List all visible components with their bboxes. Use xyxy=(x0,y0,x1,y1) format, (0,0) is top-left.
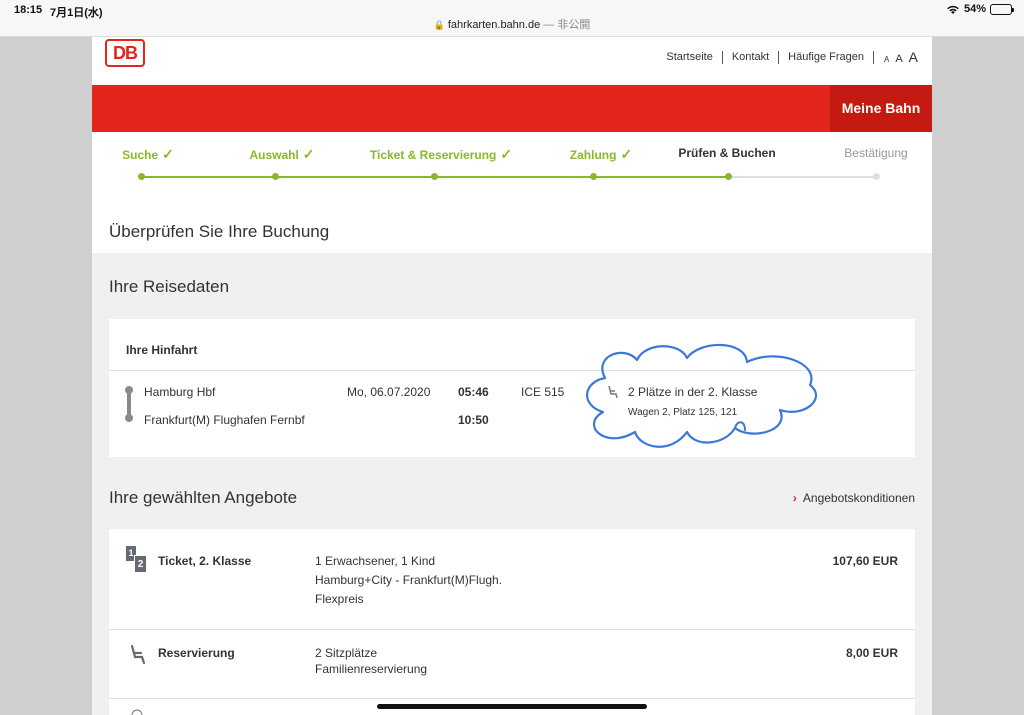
step-pruefen-buchen: Prüfen & Buchen xyxy=(678,146,775,160)
reservierung-label: Reservierung xyxy=(158,646,235,660)
battery-icon xyxy=(990,3,1014,15)
step-zahlung[interactable]: Zahlung ✓ xyxy=(570,146,632,163)
link-faq[interactable]: Häufige Fragen xyxy=(779,50,874,64)
step-label: Auswahl xyxy=(249,147,299,162)
arrival-time: 10:50 xyxy=(458,413,489,427)
lock-icon: 🔒 xyxy=(433,20,445,30)
angebote-card: 1 2 Ticket, 2. Klasse 1 Erwachsener, 1 K… xyxy=(109,529,915,715)
step-label: Prüfen & Buchen xyxy=(678,146,776,160)
header-bar: Meine Bahn xyxy=(92,85,932,132)
ticket-class-icon: 1 2 xyxy=(126,546,148,574)
seat-summary: 2 Plätze in der 2. Klasse xyxy=(628,385,758,399)
ticket-passengers: 1 Erwachsener, 1 Kind xyxy=(315,554,436,568)
reservierung-row: Reservierung 2 Sitzplätze Familienreserv… xyxy=(109,630,915,699)
font-size-large-button[interactable]: A xyxy=(909,49,918,65)
reisedaten-title: Ihre Reisedaten xyxy=(109,277,230,296)
step-dot xyxy=(431,173,438,180)
wifi-icon xyxy=(947,5,959,14)
seat-icon xyxy=(130,644,146,664)
departure-time: 05:46 xyxy=(458,385,489,399)
font-size-switcher: A A A xyxy=(874,49,918,65)
step-dot xyxy=(138,173,145,180)
web-page: DB Startseite Kontakt Häufige Fragen A A… xyxy=(92,37,932,715)
angebotskonditionen-link[interactable]: › Angebotskonditionen xyxy=(793,491,915,505)
home-indicator[interactable] xyxy=(377,704,647,709)
progress-track-pending xyxy=(728,176,876,178)
step-dot-current xyxy=(725,173,732,180)
top-navigation: DB Startseite Kontakt Häufige Fragen A A… xyxy=(92,37,932,85)
meine-bahn-button[interactable]: Meine Bahn xyxy=(830,85,932,132)
check-icon: ✓ xyxy=(162,146,174,162)
station-from: Hamburg Hbf xyxy=(144,385,216,399)
booking-summary: Ihre Reisedaten Ihre Hinfahrt Hamburg Hb… xyxy=(92,253,932,715)
ticket-row: 1 2 Ticket, 2. Klasse 1 Erwachsener, 1 K… xyxy=(109,529,915,630)
booking-progress: Suche ✓ Auswahl ✓ Ticket & Reservierung ✓ Z… xyxy=(92,132,932,185)
ticket-price: 107,60 EUR xyxy=(832,554,898,568)
link-startseite[interactable]: Startseite xyxy=(666,50,723,64)
step-auswahl[interactable]: Auswahl ✓ xyxy=(249,146,314,163)
step-label: Suche xyxy=(122,147,159,162)
step-dot xyxy=(272,173,279,180)
travel-date: Mo, 06.07.2020 xyxy=(347,385,431,399)
reservierung-price: 8,00 EUR xyxy=(845,646,898,660)
check-icon: ✓ xyxy=(302,146,315,162)
ticket-route: Hamburg+City - Frankfurt(M)Flugh. xyxy=(315,573,503,587)
angebote-title: Ihre gewählten Angebote xyxy=(109,488,298,507)
station-to: Frankfurt(M) Flughafen Fernbf xyxy=(144,413,305,427)
ticket-fare: Flexpreis xyxy=(315,592,364,606)
link-kontakt[interactable]: Kontakt xyxy=(723,50,780,64)
ticket-icon-second: 2 xyxy=(134,555,147,573)
ticket-label: Ticket, 2. Klasse xyxy=(158,554,252,568)
step-label: Bestätigung xyxy=(844,146,908,160)
hinfahrt-card: Ihre Hinfahrt Hamburg Hbf Frankfurt(M) F… xyxy=(109,319,915,457)
url-bar[interactable]: 🔒 fahrkarten.bahn.de — 非公開 xyxy=(0,16,1024,32)
step-dot-future xyxy=(873,173,880,180)
status-bar: 18:15 7月1日(水) 54% 🔒 fahrkarten.bahn.de — … xyxy=(0,0,1024,37)
status-right: 54% xyxy=(946,3,1014,15)
step-label: Ticket & Reservierung xyxy=(369,147,497,162)
url-suffix: — 非公開 xyxy=(543,19,591,31)
step-label: Zahlung xyxy=(569,147,617,162)
font-size-medium-button[interactable]: A xyxy=(895,53,902,65)
page-title: Überprüfen Sie Ihre Buchung xyxy=(109,222,330,241)
train-number: ICE 515 xyxy=(521,385,565,399)
check-icon: ✓ xyxy=(500,146,513,162)
check-icon: ✓ xyxy=(620,146,633,162)
font-size-small-button[interactable]: A xyxy=(884,55,889,64)
step-suche[interactable]: Suche ✓ xyxy=(122,146,174,163)
service-links: Startseite Kontakt Häufige Fragen A A A xyxy=(666,49,918,65)
info-icon xyxy=(131,709,143,715)
step-bestaetigung: Bestätigung xyxy=(844,146,907,160)
battery-percent: 54% xyxy=(963,3,986,15)
route-end-dot xyxy=(125,414,133,422)
url-host: fahrkarten.bahn.de xyxy=(447,19,541,31)
status-time: 18:15 xyxy=(14,4,43,16)
chevron-right-icon: › xyxy=(792,491,797,505)
reservierung-seats: 2 Sitzplätze xyxy=(315,646,378,660)
route-start-dot xyxy=(125,386,133,394)
seat-icon xyxy=(608,385,618,399)
angebotskonditionen-label: Angebotskonditionen xyxy=(802,491,915,505)
db-logo[interactable]: DB xyxy=(105,39,145,67)
step-dot xyxy=(590,173,597,180)
reservierung-type: Familienreservierung xyxy=(315,662,428,676)
seat-detail: Wagen 2, Platz 125, 121 xyxy=(628,407,738,418)
hinfahrt-title: Ihre Hinfahrt xyxy=(109,319,915,371)
step-ticket-reservierung[interactable]: Ticket & Reservierung ✓ xyxy=(370,146,512,163)
